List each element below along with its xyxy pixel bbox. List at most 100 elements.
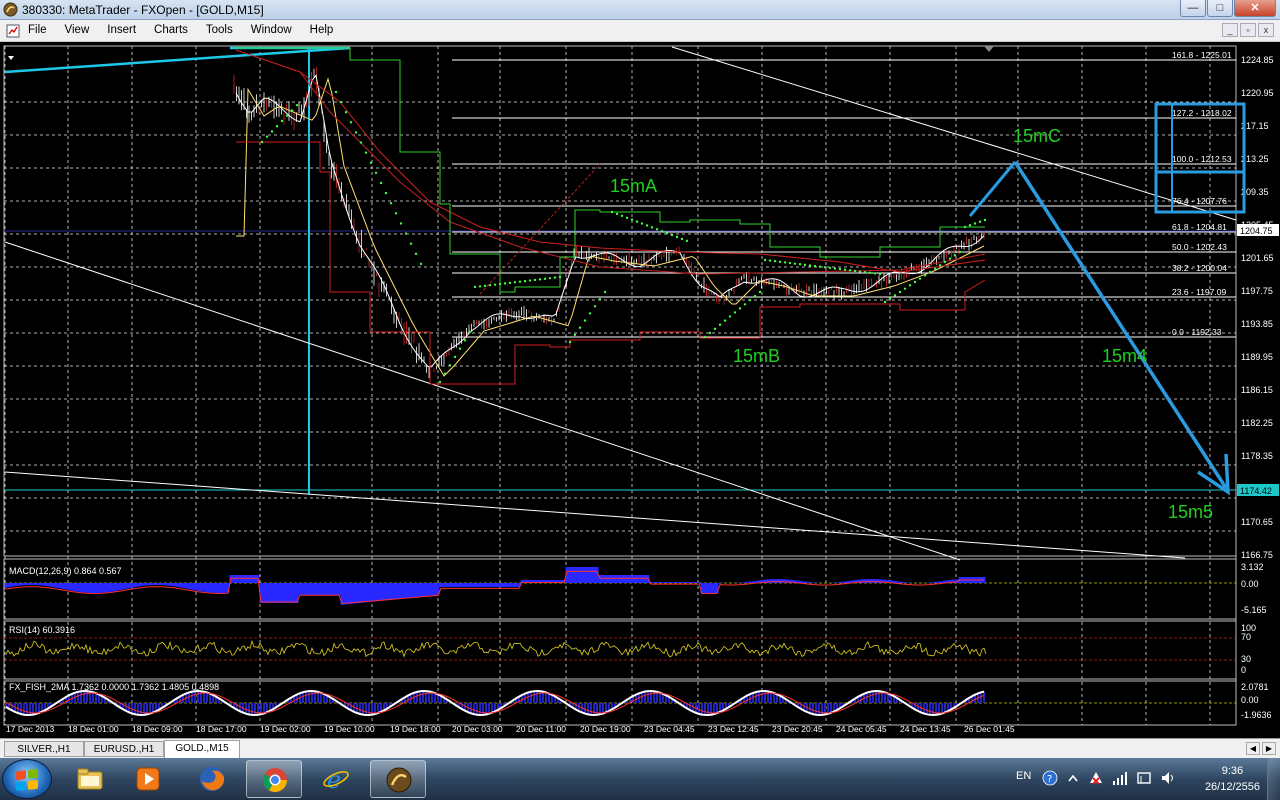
menu-file[interactable]: File xyxy=(28,24,47,36)
parabolic-sar-dot xyxy=(414,252,418,255)
parabolic-sar-dot xyxy=(943,260,947,264)
taskbar-media-player[interactable] xyxy=(120,760,176,798)
menu-charts[interactable]: Charts xyxy=(154,24,188,36)
macd-label: MACD(12,26,9) 0.864 0.567 xyxy=(9,566,122,576)
time-axis-label: 23 Dec 20:45 xyxy=(772,724,823,734)
chart-minimize-button[interactable]: _ xyxy=(1222,23,1238,37)
tab-silver[interactable]: SILVER.,H1 xyxy=(4,741,84,757)
white-trendline-bottom[interactable] xyxy=(4,471,1186,559)
parabolic-sar-dot xyxy=(808,264,812,267)
svg-text:?: ? xyxy=(1047,774,1052,785)
price-chart[interactable]: 1224.851220.95217.15213.25209.351205.451… xyxy=(0,42,1280,738)
rsi-axis-label: 30 xyxy=(1241,654,1251,664)
taskbar-firefox[interactable] xyxy=(184,760,240,798)
menu-tools[interactable]: Tools xyxy=(206,24,233,36)
parabolic-sar-dot xyxy=(783,261,787,264)
parabolic-sar-dot xyxy=(610,210,614,214)
macd-axis-label: -5.165 xyxy=(1241,605,1267,615)
parabolic-sar-dot xyxy=(798,263,802,266)
menu-help[interactable]: Help xyxy=(310,24,334,36)
action-center-icon[interactable] xyxy=(1088,770,1104,786)
parabolic-sar-dot xyxy=(493,283,497,286)
tab-scroll-right-icon[interactable]: ▶ xyxy=(1262,742,1276,755)
parabolic-sar-dot xyxy=(384,191,388,195)
parabolic-sar-dot xyxy=(828,266,832,270)
parabolic-sar-dot xyxy=(748,298,752,302)
network-icon[interactable] xyxy=(1112,770,1128,786)
parabolic-sar-dot xyxy=(753,294,757,298)
parabolic-sar-dot xyxy=(665,231,669,235)
taskbar-explorer[interactable] xyxy=(62,760,118,798)
parabolic-sar-dot xyxy=(793,262,797,265)
menu-view[interactable]: View xyxy=(65,24,90,36)
parabolic-sar-dot xyxy=(733,311,737,314)
maximize-button[interactable]: □ xyxy=(1207,0,1233,17)
chart-restore-button[interactable]: ▫ xyxy=(1240,23,1256,37)
parabolic-sar-dot xyxy=(518,280,522,283)
start-button[interactable] xyxy=(2,759,52,799)
minimize-button[interactable]: — xyxy=(1180,0,1206,17)
parabolic-sar-dot xyxy=(833,267,837,270)
parabolic-sar-dot xyxy=(898,290,902,294)
parabolic-sar-dot xyxy=(290,109,294,112)
parabolic-sar-dot xyxy=(344,111,348,114)
projection-line-up[interactable] xyxy=(968,161,1017,217)
parabolic-sar-dot xyxy=(443,372,447,375)
time-axis-label: 19 Dec 18:00 xyxy=(390,724,441,734)
parabolic-sar-dot xyxy=(868,271,872,274)
menu-window[interactable]: Window xyxy=(251,24,292,36)
svg-text:e: e xyxy=(327,766,341,793)
channel-upper xyxy=(236,47,985,293)
parabolic-sar-dot xyxy=(280,119,284,123)
parabolic-sar-dot xyxy=(588,312,592,315)
parabolic-sar-dot xyxy=(853,269,857,273)
fibonacci-level-label: 0.0 - 1192.33 xyxy=(1172,327,1222,337)
chart-shift-marker[interactable] xyxy=(984,46,994,52)
menu-insert[interactable]: Insert xyxy=(107,24,136,36)
metatrader-icon xyxy=(386,767,412,793)
parabolic-sar-dot xyxy=(448,364,452,367)
fibonacci-level-label: 23.6 - 1197.09 xyxy=(1172,287,1226,297)
parabolic-sar-dot xyxy=(533,278,537,282)
taskbar-chrome[interactable] xyxy=(246,760,302,798)
macd-signal-line xyxy=(5,570,984,605)
parabolic-sar-dot xyxy=(379,181,383,185)
parabolic-sar-dot xyxy=(908,284,912,287)
parabolic-sar-dot xyxy=(548,276,552,280)
tab-gold[interactable]: GOLD.,M15 xyxy=(164,740,240,758)
parabolic-sar-dot xyxy=(285,114,289,117)
chart-menu-icon[interactable] xyxy=(8,56,14,60)
help-icon[interactable]: ? xyxy=(1042,770,1058,786)
parabolic-sar-dot xyxy=(645,224,649,227)
parabolic-sar-dot xyxy=(349,121,353,124)
parabolic-sar-dot xyxy=(813,264,817,268)
tab-scroll-left-icon[interactable]: ◀ xyxy=(1246,742,1260,755)
parabolic-sar-dot xyxy=(933,267,937,270)
chart-canvas[interactable]: 1224.851220.95217.15213.25209.351205.451… xyxy=(0,42,1280,738)
chart-window-icon[interactable] xyxy=(6,24,20,38)
close-button[interactable]: ✕ xyxy=(1234,0,1276,17)
notification-icon[interactable] xyxy=(1136,770,1152,786)
parabolic-sar-dot xyxy=(928,270,932,274)
rsi-axis-label: 70 xyxy=(1241,632,1251,642)
parabolic-sar-dot xyxy=(938,264,942,267)
chart-close-button[interactable]: x xyxy=(1258,23,1274,37)
white-trendline-upper[interactable] xyxy=(671,46,1237,221)
show-hidden-icons-icon[interactable] xyxy=(1066,771,1080,785)
parabolic-sar-dot xyxy=(573,333,577,337)
parabolic-sar-dot xyxy=(685,239,689,243)
parabolic-sar-dot xyxy=(858,270,862,273)
system-clock[interactable]: 9:36 26/12/2556 xyxy=(1205,763,1260,795)
show-desktop-button[interactable] xyxy=(1267,758,1280,800)
time-axis-label: 18 Dec 09:00 xyxy=(132,724,183,734)
cyan-trendline[interactable] xyxy=(4,46,351,74)
taskbar-metatrader[interactable] xyxy=(370,760,426,798)
language-indicator[interactable]: EN xyxy=(1016,770,1031,782)
volume-icon[interactable] xyxy=(1160,770,1176,786)
fibonacci-base-line xyxy=(479,163,601,295)
parabolic-sar-dot xyxy=(625,216,629,219)
parabolic-sar-dot xyxy=(763,258,767,262)
tab-eurusd[interactable]: EURUSD.,H1 xyxy=(84,741,164,757)
parabolic-sar-dot xyxy=(650,226,654,229)
taskbar-internet-explorer[interactable]: e xyxy=(308,760,364,798)
